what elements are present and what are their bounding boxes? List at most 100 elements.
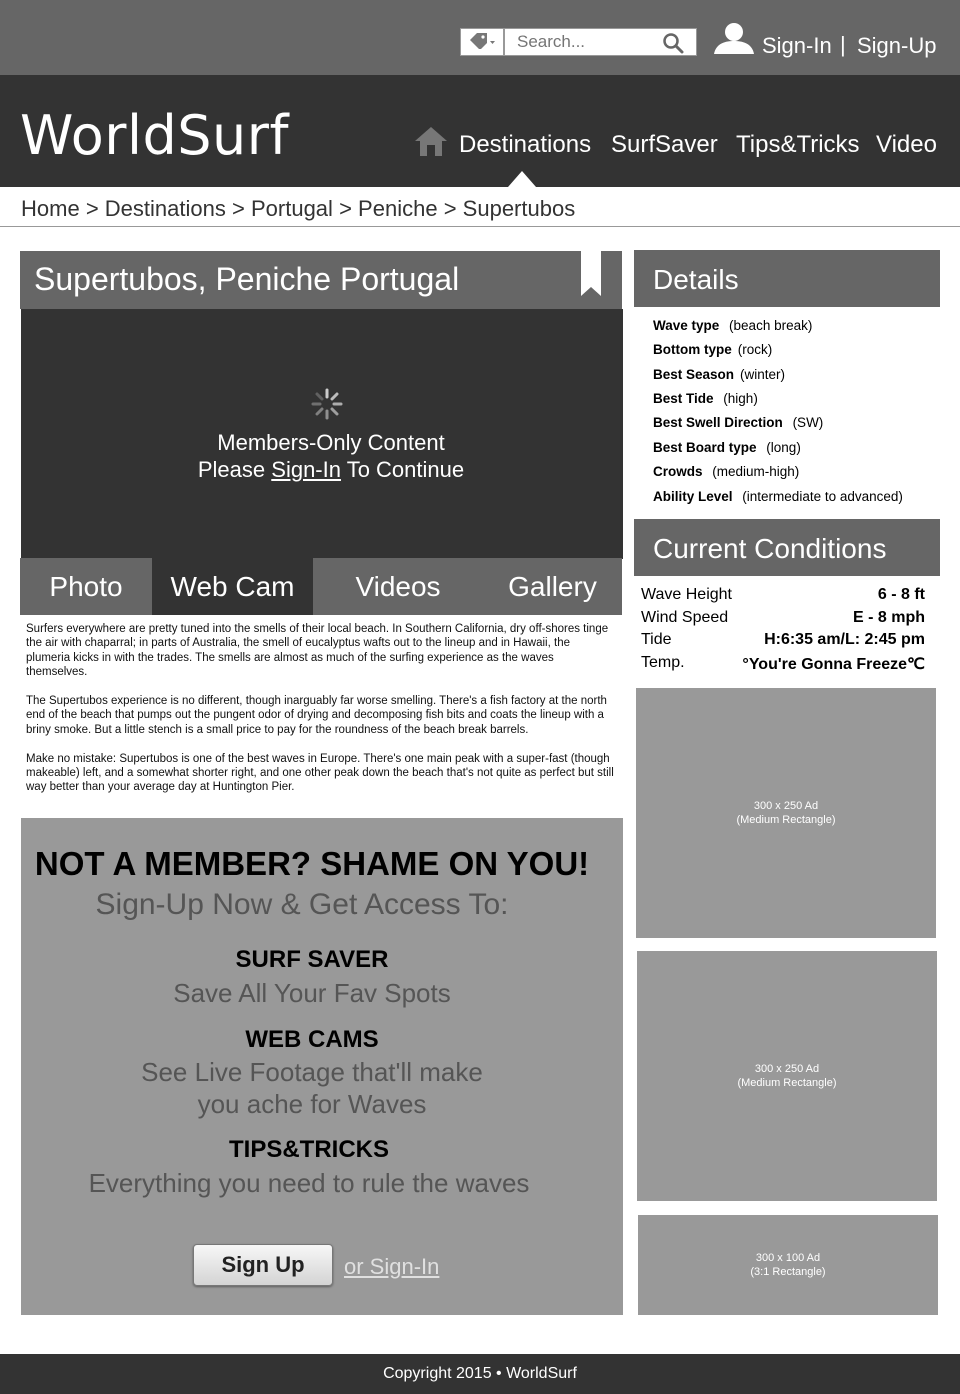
promo-signin-link[interactable]: or Sign-In bbox=[344, 1254, 439, 1280]
spot-description: Surfers everywhere are pretty tuned into… bbox=[26, 622, 616, 809]
condition-row: Wave Height 6 - 8 ft bbox=[641, 586, 925, 604]
detail-label: Crowds bbox=[653, 464, 703, 479]
nav-tips-tricks[interactable]: Tips&Tricks bbox=[736, 131, 860, 159]
breadcrumb-separator: > bbox=[232, 196, 245, 221]
tab-web-cam[interactable]: Web Cam bbox=[152, 558, 313, 615]
user-icon bbox=[712, 21, 756, 60]
condition-value: H:6:35 am/L: 2:45 pm bbox=[764, 631, 925, 648]
active-nav-indicator bbox=[508, 171, 536, 187]
page-title: Supertubos, Peniche Portugal bbox=[34, 261, 460, 297]
feature-title: SURF SAVER bbox=[235, 946, 389, 973]
tag-filter-dropdown[interactable] bbox=[460, 28, 504, 56]
detail-value: (medium-high) bbox=[712, 464, 800, 479]
detail-value: (rock) bbox=[737, 342, 773, 357]
breadcrumb-separator: > bbox=[339, 196, 352, 221]
detail-label: Best Tide bbox=[653, 391, 714, 406]
loading-spinner-icon bbox=[310, 387, 344, 426]
condition-label: Tide bbox=[641, 631, 672, 648]
detail-label: Bottom type bbox=[653, 342, 732, 357]
signup-link[interactable]: Sign-Up bbox=[857, 33, 936, 59]
condition-value: 6 - 8 ft bbox=[877, 586, 925, 603]
prompt-suffix: To Continue bbox=[340, 457, 465, 482]
detail-label: Best Swell Direction bbox=[653, 415, 783, 430]
condition-label: Wave Height bbox=[641, 586, 732, 603]
detail-row: Bottom type (rock) bbox=[653, 342, 772, 357]
search-icon[interactable] bbox=[662, 32, 684, 59]
feature-title: TIPS&TRICKS bbox=[228, 1136, 389, 1163]
breadcrumb-current: Supertubos bbox=[462, 196, 576, 221]
detail-row: Crowds (medium-high) bbox=[653, 464, 799, 479]
ad-type-label: (3:1 Rectangle) bbox=[750, 1266, 826, 1278]
detail-value: (winter) bbox=[740, 367, 786, 382]
promo-subheading: Sign-Up Now & Get Access To: bbox=[95, 888, 509, 921]
breadcrumb-destinations[interactable]: Destinations bbox=[105, 196, 226, 221]
breadcrumb: Home > Destinations > Portugal > Peniche… bbox=[21, 196, 575, 222]
condition-value: E - 8 mph bbox=[852, 609, 925, 626]
breadcrumb-separator: > bbox=[85, 196, 99, 221]
breadcrumb-divider bbox=[0, 226, 960, 227]
condition-label: Temp. bbox=[641, 654, 685, 671]
tab-photo[interactable]: Photo bbox=[20, 558, 152, 615]
detail-row: Best Tide (high) bbox=[653, 391, 758, 406]
members-signin-link[interactable]: Sign-In bbox=[271, 457, 341, 482]
feature-description: Everything you need to rule the waves bbox=[88, 1168, 530, 1198]
search-box bbox=[504, 28, 697, 56]
detail-label: Ability Level bbox=[653, 489, 733, 504]
conditions-title: Current Conditions bbox=[653, 533, 887, 564]
article-paragraph: Surfers everywhere are pretty tuned into… bbox=[26, 623, 609, 679]
auth-separator: | bbox=[840, 32, 846, 57]
ad-size-label: 300 x 100 Ad bbox=[755, 1252, 821, 1264]
feature-title: WEB CAMS bbox=[245, 1026, 379, 1053]
condition-row: Temp. °You're Gonna Freeze℃ bbox=[641, 654, 925, 674]
detail-row: Best Season (winter) bbox=[653, 367, 785, 382]
condition-label: Wind Speed bbox=[641, 609, 729, 626]
members-only-message: Members-Only Content bbox=[217, 430, 445, 455]
breadcrumb-home[interactable]: Home bbox=[21, 196, 80, 221]
breadcrumb-peniche[interactable]: Peniche bbox=[358, 196, 438, 221]
promo-headline: NOT A MEMBER? SHAME ON YOU! bbox=[34, 845, 590, 882]
detail-value: (SW) bbox=[792, 415, 824, 430]
ad-size-label: 300 x 250 Ad bbox=[753, 800, 819, 812]
detail-label: Best Board type bbox=[653, 440, 757, 455]
home-icon[interactable] bbox=[414, 125, 448, 162]
breadcrumb-portugal[interactable]: Portugal bbox=[251, 196, 333, 221]
nav-destinations[interactable]: Destinations bbox=[459, 131, 591, 159]
condition-value: °You're Gonna Freeze℃ bbox=[742, 656, 925, 673]
breadcrumb-separator: > bbox=[443, 196, 457, 221]
ad-small-rectangle[interactable]: 300 x 100 Ad (3:1 Rectangle) bbox=[638, 1215, 938, 1315]
detail-row: Wave type (beach break) bbox=[653, 318, 812, 333]
tab-gallery[interactable]: Gallery bbox=[483, 558, 622, 615]
ad-medium-rectangle[interactable]: 300 x 250 Ad (Medium Rectangle) bbox=[637, 951, 937, 1201]
detail-value: (beach break) bbox=[729, 318, 813, 333]
signin-link[interactable]: Sign-In bbox=[762, 33, 832, 59]
ad-type-label: (Medium Rectangle) bbox=[736, 814, 836, 826]
feature-description: Save All Your Fav Spots bbox=[173, 978, 451, 1008]
tab-videos[interactable]: Videos bbox=[313, 558, 483, 615]
signup-button[interactable]: Sign Up bbox=[193, 1244, 333, 1286]
nav-surfsaver[interactable]: SurfSaver bbox=[611, 131, 718, 159]
footer-copyright: Copyright 2015 • WorldSurf bbox=[0, 1354, 960, 1394]
article-paragraph: The Supertubos experience is no differen… bbox=[26, 695, 607, 736]
article-paragraph: Make no mistake: Supertubos is one of th… bbox=[26, 752, 614, 794]
tag-dropdown-icon bbox=[468, 31, 496, 54]
feature-description: See Live Footage that'll make bbox=[141, 1057, 483, 1087]
site-logo[interactable]: WorldSurf bbox=[20, 104, 289, 167]
detail-label: Best Season bbox=[653, 367, 735, 382]
search-input[interactable] bbox=[505, 29, 655, 55]
detail-value: (high) bbox=[723, 391, 758, 406]
ad-medium-rectangle[interactable]: 300 x 250 Ad (Medium Rectangle) bbox=[636, 688, 936, 938]
nav-video[interactable]: Video bbox=[876, 131, 937, 159]
detail-row: Best Swell Direction (SW) bbox=[653, 415, 823, 430]
detail-label: Wave type bbox=[653, 318, 720, 333]
detail-row: Ability Level (intermediate to advanced) bbox=[653, 489, 903, 504]
members-signin-prompt: Please Sign-In To Continue bbox=[21, 457, 641, 483]
detail-value: (long) bbox=[766, 440, 801, 455]
bookmark-icon[interactable] bbox=[579, 251, 603, 302]
ad-size-label: 300 x 250 Ad bbox=[754, 1063, 820, 1075]
detail-row: Best Board type (long) bbox=[653, 440, 801, 455]
prompt-prefix: Please bbox=[197, 457, 272, 482]
condition-row: Wind Speed E - 8 mph bbox=[641, 609, 925, 627]
condition-row: Tide H:6:35 am/L: 2:45 pm bbox=[641, 631, 925, 649]
media-tabs: Photo Web Cam Videos Gallery bbox=[20, 558, 622, 615]
ad-type-label: (Medium Rectangle) bbox=[737, 1077, 837, 1089]
